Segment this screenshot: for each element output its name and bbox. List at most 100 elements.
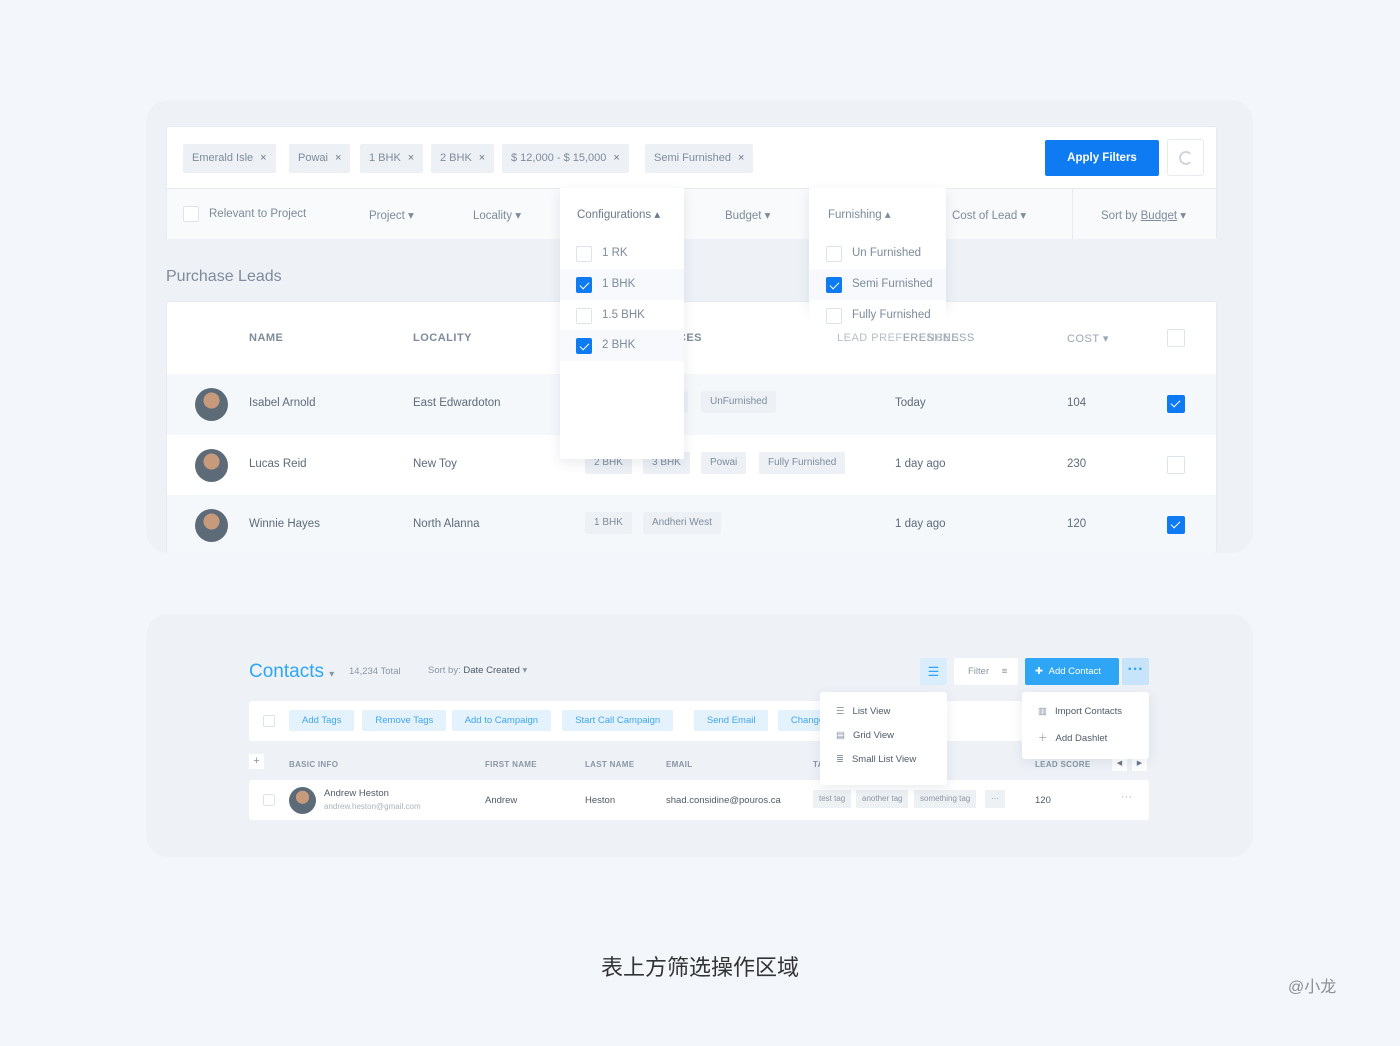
remove-icon[interactable]: × [260, 152, 266, 164]
grid-icon: ▤ [836, 730, 845, 741]
menu-item-list-view[interactable]: ☰ List View [836, 706, 890, 717]
remove-icon[interactable]: × [479, 152, 485, 164]
preference-tag: Andheri West [643, 512, 721, 534]
lead-score: 120 [1035, 795, 1051, 806]
divider [1072, 189, 1073, 239]
option-1bhk[interactable]: 1 BHK [560, 269, 684, 300]
more-tags[interactable]: ··· [985, 790, 1005, 808]
column-lead-score[interactable]: LEAD SCORE [1035, 760, 1090, 769]
preference-tag: Fully Furnished [759, 451, 846, 474]
furnishing-dropdown: Furnishing ▴ Un Furnished Semi Furnished… [809, 188, 946, 330]
budget-dropdown[interactable]: Budget ▾ [725, 208, 770, 222]
column-first-name[interactable]: FIRST NAME [485, 760, 537, 769]
row-more-icon[interactable]: ··· [1121, 791, 1132, 803]
contact-name[interactable]: Andrew Heston [324, 788, 389, 799]
column-locality[interactable]: LOCALITY [413, 332, 472, 344]
relevant-label: Relevant to Project [209, 208, 307, 220]
row-checkbox[interactable] [263, 794, 275, 806]
leads-card: Emerald Isle × Powai × 1 BHK × 2 BHK × $ 12,… [146, 100, 1253, 553]
menu-item-grid-view[interactable]: ▤ Grid View [836, 730, 894, 741]
filter-chip[interactable]: Emerald Isle × [183, 144, 276, 173]
lead-name[interactable]: Lucas Reid [249, 458, 307, 470]
page-title: Purchase Leads [166, 268, 282, 285]
lead-freshness: 1 day ago [895, 457, 946, 470]
refresh-icon [1179, 151, 1193, 165]
caption: 表上方筛选操作区域 [600, 955, 799, 980]
contacts-card: Contacts ▾ 14,234 Total Sort by: Date Cr… [146, 614, 1253, 857]
column-freshness[interactable]: FRESHNESS [903, 332, 975, 344]
menu-item-small-list-view[interactable]: ≣ Small List View [836, 754, 916, 765]
filter-button[interactable]: Filter ≡ [954, 658, 1018, 685]
contact-sub-email: andrew.heston@gmail.com [324, 802, 421, 811]
option-2bhk[interactable]: 2 BHK [560, 330, 684, 361]
bulk-action-button[interactable]: Add to Campaign [451, 710, 552, 731]
lead-locality: New Toy [413, 457, 457, 470]
filter-chip[interactable]: $ 12,000 - $ 15,000 × [502, 144, 629, 173]
bulk-action-button[interactable]: Remove Tags [362, 710, 447, 731]
filter-chip[interactable]: 1 BHK × [360, 144, 424, 173]
plus-icon: ＋ [1038, 733, 1048, 744]
contact-row[interactable]: Andrew Heston andrew.heston@gmail.com An… [249, 780, 1149, 820]
column-email[interactable]: EMAIL [666, 760, 692, 769]
filter-chip[interactable]: 2 BHK × [431, 144, 495, 173]
configurations-dropdown: Configurations ▴ 1 RK 1 BHK 1.5 BHK 2 BH… [560, 188, 684, 459]
add-contact-button[interactable]: ✚ Add Contact [1025, 658, 1119, 685]
option-1rk[interactable]: 1 RK [560, 238, 684, 269]
option-fully-furnished[interactable]: Fully Furnished [809, 300, 946, 330]
avatar [195, 388, 228, 421]
column-name[interactable]: NAME [249, 332, 283, 344]
project-dropdown[interactable]: Project ▾ [369, 208, 414, 222]
filter-chip[interactable]: Powai × [289, 144, 351, 173]
apply-filters-button[interactable]: Apply Filters [1045, 140, 1159, 176]
column-last-name[interactable]: LAST NAME [585, 760, 634, 769]
lead-name[interactable]: Isabel Arnold [249, 397, 316, 409]
bulk-actions-bar: Add Tags Remove Tags Add to Campaign Start … [249, 701, 1149, 741]
remove-icon[interactable]: × [613, 152, 619, 164]
filter-chip[interactable]: Semi Furnished × [645, 144, 754, 173]
list-view-toggle[interactable]: ☰ [920, 658, 947, 685]
bulk-action-button[interactable]: Start Call Campaign [562, 710, 674, 731]
tag: another tag [856, 790, 909, 808]
remove-icon[interactable]: × [408, 152, 414, 164]
add-column-button[interactable]: + [249, 754, 264, 769]
lead-name[interactable]: Winnie Hayes [249, 518, 320, 530]
table-row[interactable]: Isabel Arnold East Edwardoton2 BHKPowaiU… [167, 374, 1216, 435]
menu-item-import-contacts[interactable]: ▥ Import Contacts [1038, 706, 1122, 717]
row-checkbox[interactable] [1167, 516, 1185, 534]
tag: test tag [813, 790, 852, 808]
lead-locality: East Edwardoton [413, 397, 501, 409]
column-basic-info[interactable]: BASIC INFO [289, 760, 338, 769]
preference-tag: 1 BHK [585, 512, 632, 534]
contacts-title[interactable]: Contacts ▾ [249, 661, 334, 683]
bulk-action-button[interactable]: Add Tags [289, 710, 355, 731]
option-unfurnished[interactable]: Un Furnished [809, 238, 946, 269]
option-semi-furnished[interactable]: Semi Furnished [809, 269, 946, 300]
more-button[interactable]: ··· [1122, 658, 1149, 685]
configurations-toggle[interactable]: Configurations ▴ [577, 207, 660, 221]
select-all-checkbox[interactable] [1167, 329, 1185, 347]
menu-item-add-dashlet[interactable]: ＋ Add Dashlet [1038, 730, 1107, 744]
furnishing-toggle[interactable]: Furnishing ▴ [828, 207, 891, 221]
avatar [195, 509, 228, 542]
lead-cost: 120 [1067, 518, 1087, 530]
lead-locality: North Alanna [413, 518, 480, 530]
table-row[interactable]: Winnie Hayes North Alanna 1 BHK Andheri We… [167, 495, 1216, 553]
table-row[interactable]: Lucas Reid New Toy 2 BHK 3 BHK Powai Fully F… [167, 434, 1216, 496]
locality-dropdown[interactable]: Locality ▾ [473, 208, 521, 222]
remove-icon[interactable]: × [335, 152, 341, 164]
row-checkbox[interactable] [1167, 395, 1185, 413]
last-name: Heston [585, 795, 616, 806]
more-icon: ··· [1127, 661, 1144, 678]
refresh-button[interactable] [1167, 139, 1204, 176]
sort-dropdown[interactable]: Sort by Budget ▾ [1101, 208, 1186, 222]
option-1-5bhk[interactable]: 1.5 BHK [560, 300, 684, 331]
relevant-checkbox[interactable] [183, 206, 199, 222]
bulk-action-button[interactable]: Send Email [693, 710, 769, 731]
row-checkbox[interactable] [1167, 455, 1185, 474]
cost-of-lead-dropdown[interactable]: Cost of Lead ▾ [952, 208, 1026, 222]
select-all-checkbox[interactable] [263, 715, 275, 727]
leads-table: NAME LOCALITY PREFERENCES LEAD PREFERENC… [166, 301, 1217, 553]
sort-dropdown[interactable]: Sort by: Date Created ▾ [428, 665, 527, 676]
column-cost[interactable]: COST ▾ [1067, 332, 1109, 345]
remove-icon[interactable]: × [738, 152, 744, 164]
